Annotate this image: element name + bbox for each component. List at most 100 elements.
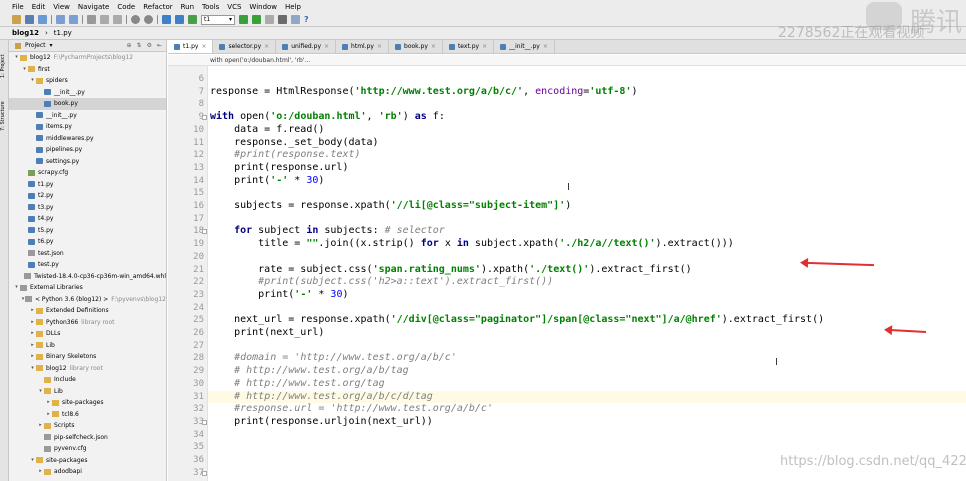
menu-item-navigate[interactable]: Navigate <box>78 3 109 11</box>
tree-node[interactable]: t6.py <box>9 236 166 248</box>
tree-node[interactable]: ▾ spiders <box>9 75 166 87</box>
redo-icon[interactable] <box>69 15 78 24</box>
tree-node[interactable]: ▾ blog12 library root <box>9 363 166 375</box>
run-icon[interactable] <box>239 15 248 24</box>
editor-tab[interactable]: html.py × <box>336 40 390 53</box>
close-icon[interactable]: × <box>543 43 548 50</box>
collapse-all-icon[interactable]: ⇅ <box>137 42 142 49</box>
expand-arrow-icon[interactable]: ▾ <box>29 363 36 375</box>
breadcrumb-file[interactable]: t1.py <box>54 29 72 37</box>
gear-icon[interactable]: ⚙ <box>147 42 152 49</box>
replace-icon[interactable] <box>144 15 153 24</box>
editor-tab[interactable]: __init__.py × <box>494 40 555 53</box>
close-icon[interactable]: × <box>431 43 436 50</box>
tree-node[interactable]: ▸ Extended Definitions <box>9 305 166 317</box>
close-icon[interactable]: × <box>264 43 269 50</box>
editor-tab[interactable]: text.py × <box>442 40 495 53</box>
close-icon[interactable]: × <box>482 43 487 50</box>
menu-item-view[interactable]: View <box>53 3 70 11</box>
save-icon[interactable] <box>25 15 34 24</box>
fold-marker-icon[interactable] <box>202 470 207 476</box>
tool-tab-structure[interactable]: 7: Structure <box>0 96 9 136</box>
copy-icon[interactable] <box>100 15 109 24</box>
tree-node[interactable]: ▸ Binary Skeletons <box>9 351 166 363</box>
editor-tab[interactable]: selector.py × <box>213 40 277 53</box>
close-icon[interactable]: × <box>377 43 382 50</box>
tree-node[interactable]: ▾ blog12 F:\PycharmProjects\blog12 <box>9 52 166 64</box>
menu-item-refactor[interactable]: Refactor <box>143 3 172 11</box>
tree-node[interactable]: t4.py <box>9 213 166 225</box>
tree-node[interactable]: ▾ < Python 3.6 (blog12) > F:\pyvenvs\blog1… <box>9 294 166 306</box>
tool-tab-project[interactable]: 1: Project <box>0 46 9 86</box>
tree-node[interactable]: Twisted-18.4.0-cp36-cp36m-win_amd64.whl <box>9 271 166 283</box>
undo-icon[interactable] <box>56 15 65 24</box>
help-icon[interactable]: ? <box>304 15 309 24</box>
tree-node[interactable]: t3.py <box>9 202 166 214</box>
breadcrumb-project[interactable]: blog12 <box>12 29 39 37</box>
debug-icon[interactable] <box>252 15 261 24</box>
expand-arrow-icon[interactable]: ▸ <box>29 317 36 329</box>
tree-node[interactable]: t1.py <box>9 179 166 191</box>
find-icon[interactable] <box>131 15 140 24</box>
tree-node[interactable]: __init__.py <box>9 110 166 122</box>
build-icon[interactable] <box>188 15 197 24</box>
tree-node[interactable]: settings.py <box>9 156 166 168</box>
tree-node[interactable]: test.py <box>9 259 166 271</box>
menu-item-tools[interactable]: Tools <box>202 3 219 11</box>
editor-tab[interactable]: book.py × <box>389 40 443 53</box>
menu-item-window[interactable]: Window <box>249 3 277 11</box>
tree-node[interactable]: ▾ site-packages <box>9 455 166 467</box>
tree-node[interactable]: t5.py <box>9 225 166 237</box>
tree-node[interactable]: scrapy.cfg <box>9 167 166 179</box>
tree-node[interactable]: pip-selfcheck.json <box>9 432 166 444</box>
project-view-select[interactable]: Project <box>25 42 46 49</box>
fold-marker-icon[interactable] <box>202 229 207 235</box>
editor-tab[interactable]: unified.py × <box>276 40 337 53</box>
editor-tab[interactable]: t1.py × <box>168 40 214 53</box>
expand-arrow-icon[interactable]: ▸ <box>37 420 44 432</box>
open-folder-icon[interactable] <box>12 15 21 24</box>
sync-locate-icon[interactable]: ⊕ <box>127 42 132 49</box>
expand-arrow-icon[interactable]: ▾ <box>29 75 36 87</box>
expand-arrow-icon[interactable]: ▸ <box>45 397 52 409</box>
expand-arrow-icon[interactable]: ▾ <box>13 52 20 64</box>
tree-node[interactable]: Include <box>9 374 166 386</box>
expand-arrow-icon[interactable]: ▾ <box>29 455 36 467</box>
expand-arrow-icon[interactable]: ▸ <box>29 340 36 352</box>
close-icon[interactable]: × <box>324 43 329 50</box>
fold-marker-icon[interactable] <box>202 419 207 425</box>
paste-icon[interactable] <box>113 15 122 24</box>
cut-icon[interactable] <box>87 15 96 24</box>
tree-node[interactable]: middlewares.py <box>9 133 166 145</box>
tree-node[interactable]: ▸ Lib <box>9 340 166 352</box>
tree-node[interactable]: ▾ Lib <box>9 386 166 398</box>
tree-node[interactable]: pipelines.py <box>9 144 166 156</box>
menu-item-help[interactable]: Help <box>285 3 301 11</box>
tree-node[interactable]: ▸ Python366 library root <box>9 317 166 329</box>
forward-icon[interactable] <box>175 15 184 24</box>
hide-panel-icon[interactable]: ⇤ <box>157 42 162 49</box>
tree-node[interactable]: t2.py <box>9 190 166 202</box>
back-icon[interactable] <box>162 15 171 24</box>
tree-node[interactable]: items.py <box>9 121 166 133</box>
expand-arrow-icon[interactable]: ▸ <box>29 351 36 363</box>
expand-arrow-icon[interactable]: ▾ <box>21 64 28 76</box>
expand-arrow-icon[interactable]: ▸ <box>37 466 44 478</box>
expand-arrow-icon[interactable]: ▾ <box>37 386 44 398</box>
tree-node[interactable]: ▸ DLLs <box>9 328 166 340</box>
run-config-select[interactable]: t1 ▾ <box>201 14 235 25</box>
tree-node[interactable]: ▸ Scripts <box>9 420 166 432</box>
tree-node[interactable]: ▸ tcl8.6 <box>9 409 166 421</box>
tree-node[interactable]: ▾ first <box>9 64 166 76</box>
menu-item-edit[interactable]: Edit <box>32 3 46 11</box>
structure-icon[interactable] <box>291 15 300 24</box>
menu-item-run[interactable]: Run <box>181 3 194 11</box>
expand-arrow-icon[interactable]: ▸ <box>29 305 36 317</box>
tree-node[interactable]: book.py <box>9 98 166 110</box>
code-editor[interactable]: response = HtmlResponse('http://www.test… <box>208 66 966 481</box>
tree-node[interactable]: ▸ adodbapi <box>9 466 166 478</box>
expand-arrow-icon[interactable]: ▸ <box>29 328 36 340</box>
tree-node[interactable]: test.json <box>9 248 166 260</box>
close-icon[interactable]: × <box>201 43 206 50</box>
settings-icon[interactable] <box>278 15 287 24</box>
